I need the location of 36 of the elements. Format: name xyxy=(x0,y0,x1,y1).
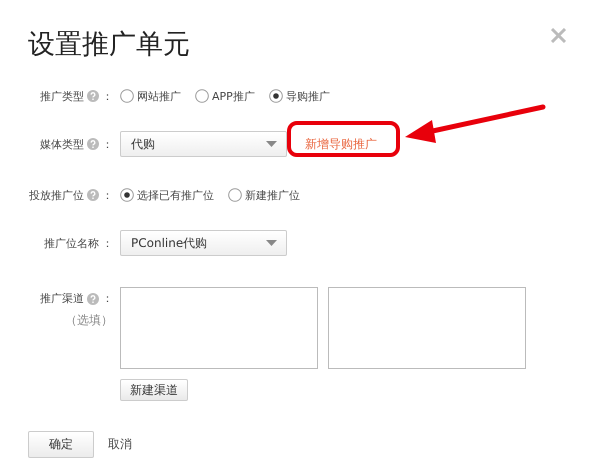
radio-button[interactable] xyxy=(195,89,209,103)
radio-button[interactable] xyxy=(268,89,283,103)
radio-label[interactable]: 选择已有推广位 xyxy=(137,188,214,202)
dropdown[interactable]: 代购 xyxy=(120,131,287,157)
radio-label[interactable]: 网站推广 xyxy=(137,88,181,104)
channel-list[interactable] xyxy=(328,287,526,369)
field-label: 媒体类型 xyxy=(40,136,84,152)
label-colon: ： xyxy=(102,88,113,104)
label-colon: ： xyxy=(102,136,113,152)
field-label: 推广类型 xyxy=(40,88,84,104)
radio-button[interactable] xyxy=(120,89,134,103)
label-colon: ： xyxy=(102,188,113,202)
dropdown[interactable]: PConline代购 xyxy=(120,230,287,256)
field-label: 投放推广位 xyxy=(29,188,84,202)
help-icon[interactable] xyxy=(87,292,99,304)
label-colon: ： xyxy=(102,236,113,250)
optional-note: （选填） xyxy=(65,312,113,329)
channel-list[interactable] xyxy=(120,287,318,369)
close-icon[interactable] xyxy=(551,28,566,43)
cancel-link[interactable]: 取消 xyxy=(108,436,132,453)
caret-icon[interactable] xyxy=(266,240,277,246)
field-label: 推广位名称 xyxy=(44,236,99,250)
radio-label[interactable]: 新建推广位 xyxy=(245,188,300,202)
caret-icon[interactable] xyxy=(266,141,277,147)
radio-label[interactable]: APP推广 xyxy=(212,88,255,104)
field-label: 推广渠道 xyxy=(40,291,84,306)
radio-button[interactable] xyxy=(228,188,242,202)
ok-button[interactable]: 确定 xyxy=(28,431,94,458)
radio-label[interactable]: 导购推广 xyxy=(286,88,330,104)
help-icon[interactable] xyxy=(87,189,99,201)
radio-button[interactable] xyxy=(120,188,134,202)
label-colon: ： xyxy=(102,291,113,306)
help-icon[interactable] xyxy=(87,138,99,150)
new-channel-button[interactable]: 新建渠道 xyxy=(120,379,188,401)
dialog-title: 设置推广单元 xyxy=(28,28,190,62)
help-icon[interactable] xyxy=(87,90,99,102)
